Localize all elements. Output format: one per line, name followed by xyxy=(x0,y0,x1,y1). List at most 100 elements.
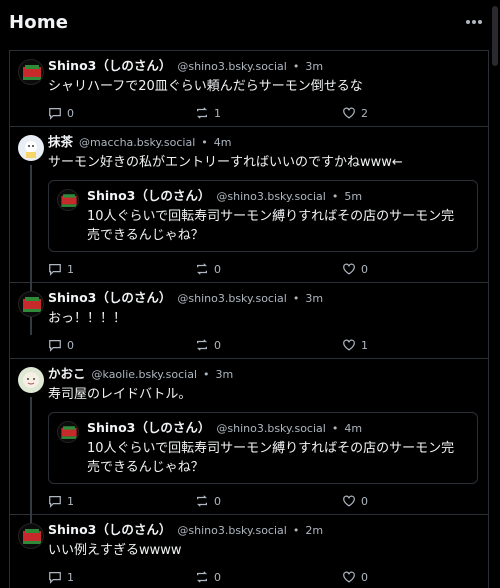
separator: • xyxy=(203,368,210,381)
reply-count: 1 xyxy=(67,494,74,508)
avatar[interactable] xyxy=(18,523,44,549)
post[interactable]: Shino3（しのさん） @shino3.bsky.social • 3m シャ… xyxy=(10,51,488,127)
post-text: おっ！！！！ xyxy=(48,311,127,326)
like-button[interactable]: 2 xyxy=(342,106,368,120)
like-count: 0 xyxy=(361,494,368,508)
repost-count: 0 xyxy=(214,570,221,584)
author-handle: @shino3.bsky.social xyxy=(216,190,326,203)
post-actions: 1 0 0 xyxy=(48,488,368,514)
author-name: Shino3（しのさん） xyxy=(87,188,211,203)
repost-icon xyxy=(197,107,207,119)
timestamp[interactable]: 2m xyxy=(305,522,323,539)
separator: • xyxy=(292,60,300,73)
author-name[interactable]: Shino3（しのさん） xyxy=(48,57,171,74)
like-count: 1 xyxy=(361,338,368,352)
reply-button[interactable]: 1 xyxy=(48,262,74,276)
post-meta: Shino3（しのさん） @shino3.bsky.social • 2m xyxy=(48,521,478,539)
author-name[interactable]: 抹茶 xyxy=(48,133,73,150)
post-actions: 1 0 0 xyxy=(48,564,368,588)
repost-button[interactable]: 0 xyxy=(195,262,221,276)
reply-icon xyxy=(49,572,61,584)
post-actions: 1 0 0 xyxy=(48,256,368,282)
repost-button[interactable]: 0 xyxy=(195,338,221,352)
separator: • xyxy=(292,524,300,537)
separator: • xyxy=(331,190,339,203)
reply-count: 0 xyxy=(67,338,74,352)
post-actions: 0 1 2 xyxy=(48,100,368,126)
avatar[interactable] xyxy=(18,367,44,393)
quote-text: 10人ぐらいで回転寿司サーモン縛りすればその店のサーモン完売できるんじゃね？ xyxy=(87,209,455,243)
post[interactable]: かおこ @kaolie.bsky.social • 3m 寿司屋のレイドバトル。… xyxy=(10,359,488,542)
avatar[interactable] xyxy=(18,291,44,317)
repost-count: 0 xyxy=(214,262,221,276)
quoted-post[interactable]: Shino3（しのさん） @shino3.bsky.social • 4m 10… xyxy=(48,412,478,484)
reply-button[interactable]: 1 xyxy=(48,494,74,508)
quoted-post[interactable]: Shino3（しのさん） @shino3.bsky.social • 5m 10… xyxy=(48,180,478,252)
reply-icon xyxy=(49,264,61,276)
post-text: いい例えすぎるwwww xyxy=(48,543,182,558)
post[interactable]: Shino3（しのさん） @shino3.bsky.social • 3m おっ… xyxy=(10,283,488,359)
timestamp: 5m xyxy=(344,190,363,203)
avatar xyxy=(57,189,79,211)
repost-button[interactable]: 1 xyxy=(195,106,221,120)
repost-button[interactable]: 0 xyxy=(195,570,221,584)
timestamp: 4m xyxy=(344,422,363,435)
repost-count: 0 xyxy=(214,494,221,508)
reply-button[interactable]: 1 xyxy=(48,570,74,584)
post[interactable]: Shino3（しのさん） @shino3.bsky.social • 2m いい… xyxy=(10,515,488,588)
heart-icon xyxy=(343,263,355,275)
heart-icon xyxy=(343,571,355,583)
post-actions: 0 0 1 xyxy=(48,332,368,358)
like-count: 0 xyxy=(361,262,368,276)
like-button[interactable]: 1 xyxy=(342,338,368,352)
repost-count: 0 xyxy=(214,338,221,352)
like-button[interactable]: 0 xyxy=(342,494,368,508)
repost-icon xyxy=(197,495,207,507)
feed: Shino3（しのさん） @shino3.bsky.social • 3m シャ… xyxy=(9,50,489,588)
author-handle[interactable]: @shino3.bsky.social xyxy=(177,522,286,539)
reply-icon xyxy=(49,340,61,352)
author-handle[interactable]: @kaolie.bsky.social xyxy=(92,366,198,383)
quote-meta: Shino3（しのさん） @shino3.bsky.social • 4m xyxy=(87,419,465,437)
like-button[interactable]: 0 xyxy=(342,570,368,584)
more-horizontal-icon[interactable] xyxy=(462,10,486,34)
post-meta: かおこ @kaolie.bsky.social • 3m xyxy=(48,365,478,383)
scrollbar[interactable] xyxy=(492,6,498,66)
header: Home xyxy=(0,0,500,44)
page-title: Home xyxy=(9,11,69,33)
author-handle[interactable]: @shino3.bsky.social xyxy=(177,290,286,307)
quote-meta: Shino3（しのさん） @shino3.bsky.social • 5m xyxy=(87,187,465,205)
repost-icon xyxy=(197,571,207,583)
reply-count: 1 xyxy=(67,262,74,276)
timestamp[interactable]: 3m xyxy=(305,290,323,307)
author-name: Shino3（しのさん） xyxy=(87,420,211,435)
avatar[interactable] xyxy=(18,135,44,161)
author-name[interactable]: かおこ xyxy=(48,365,86,382)
separator: • xyxy=(201,136,208,149)
heart-icon xyxy=(343,339,355,351)
quote-text: 10人ぐらいで回転寿司サーモン縛りすればその店のサーモン完売できるんじゃね？ xyxy=(87,441,455,475)
reply-button[interactable]: 0 xyxy=(48,338,74,352)
author-name[interactable]: Shino3（しのさん） xyxy=(48,289,171,306)
heart-icon xyxy=(343,495,355,507)
author-name[interactable]: Shino3（しのさん） xyxy=(48,521,171,538)
timestamp[interactable]: 3m xyxy=(305,58,323,75)
reply-icon xyxy=(49,108,61,120)
post-meta: Shino3（しのさん） @shino3.bsky.social • 3m xyxy=(48,57,478,75)
author-handle[interactable]: @maccha.bsky.social xyxy=(79,134,195,151)
like-button[interactable]: 0 xyxy=(342,262,368,276)
repost-button[interactable]: 0 xyxy=(195,494,221,508)
author-handle[interactable]: @shino3.bsky.social xyxy=(177,58,286,75)
post-meta: 抹茶 @maccha.bsky.social • 4m xyxy=(48,133,478,151)
avatar xyxy=(57,421,79,443)
author-handle: @shino3.bsky.social xyxy=(216,422,326,435)
repost-icon xyxy=(197,263,207,275)
reply-button[interactable]: 0 xyxy=(48,106,74,120)
avatar[interactable] xyxy=(18,59,44,85)
timestamp[interactable]: 3m xyxy=(216,366,234,383)
timestamp[interactable]: 4m xyxy=(214,134,232,151)
post[interactable]: 抹茶 @maccha.bsky.social • 4m サーモン好きの私がエント… xyxy=(10,127,488,335)
separator: • xyxy=(292,292,300,305)
heart-icon xyxy=(343,107,355,119)
like-count: 2 xyxy=(361,106,368,120)
